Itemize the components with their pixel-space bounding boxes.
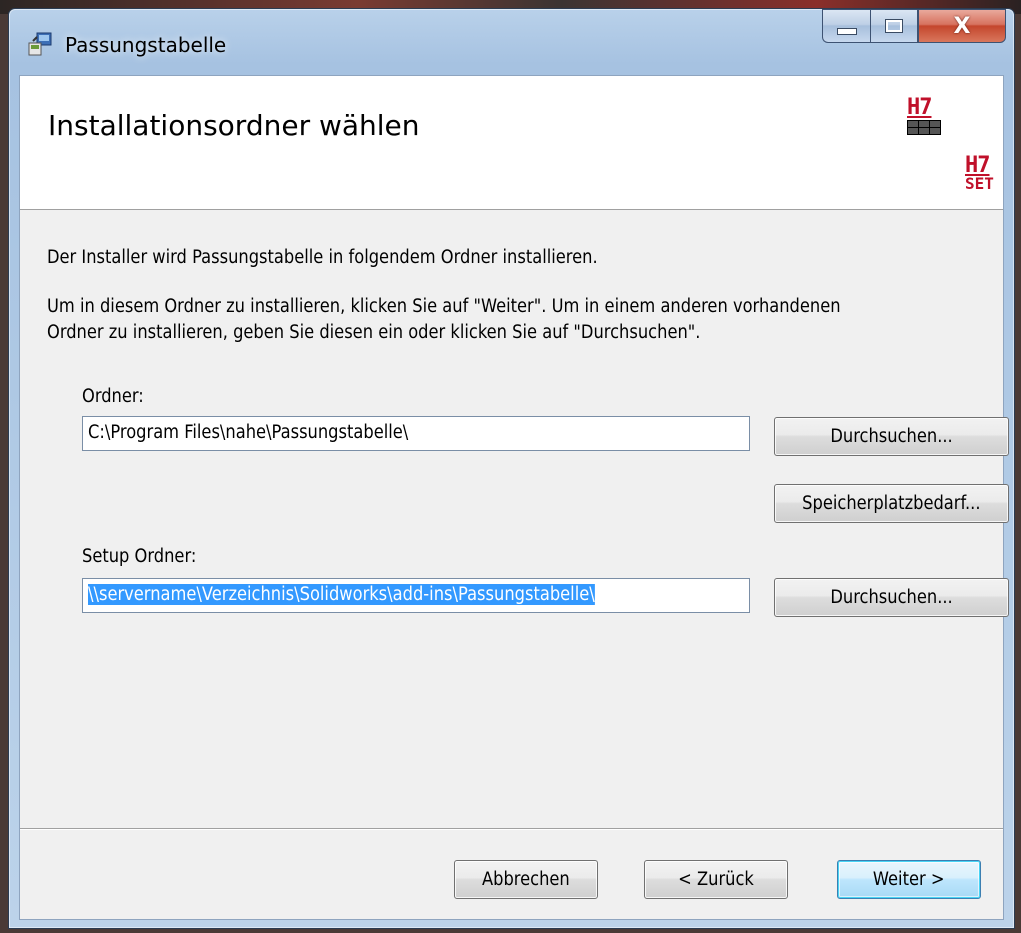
browse-button[interactable]: Durchsuchen...	[774, 417, 1009, 456]
setup-folder-input-value: \\servername\Verzeichnis\Solidworks\add-…	[88, 584, 595, 605]
folder-label: Ordner:	[82, 386, 144, 407]
title-bar[interactable]: Passungstabelle X	[9, 9, 1014, 75]
instruction-text-line1: Um in diesem Ordner zu installieren, kli…	[47, 296, 841, 317]
maximize-button[interactable]	[870, 9, 918, 43]
logo-h7-text: H7	[907, 95, 933, 120]
disk-cost-button-label: Speicherplatzbedarf...	[802, 493, 981, 514]
back-button[interactable]: < Zurück	[644, 860, 788, 899]
table-grid-icon: H7	[907, 95, 943, 135]
logo2-set-text: SET	[965, 174, 994, 193]
minimize-icon	[836, 27, 857, 35]
window-title: Passungstabelle	[65, 33, 227, 57]
disk-cost-button[interactable]: Speicherplatzbedarf...	[774, 484, 1009, 523]
setup-browse-button-label: Durchsuchen...	[830, 587, 953, 608]
close-icon: X	[953, 13, 971, 39]
logo-grid	[907, 120, 941, 135]
folder-input[interactable]: C:\Program Files\nahe\Passungstabelle\	[82, 416, 750, 451]
set-logo: H7 SET	[965, 153, 1001, 193]
instruction-text-line2: Ordner zu installieren, geben Sie diesen…	[47, 322, 701, 343]
dialog-client-area: Installationsordner wählen H7 H7 SET Der…	[19, 75, 1009, 920]
installer-icon[interactable]	[27, 31, 53, 57]
intro-text: Der Installer wird Passungstabelle in fo…	[47, 247, 598, 268]
back-button-label: < Zurück	[678, 869, 754, 890]
next-button[interactable]: Weiter >	[837, 860, 981, 899]
browse-button-label: Durchsuchen...	[830, 426, 953, 447]
cancel-button-label: Abbrechen	[482, 869, 570, 890]
next-button-label: Weiter >	[873, 869, 945, 890]
header-banner: Installationsordner wählen H7 H7 SET	[20, 76, 1003, 210]
close-button[interactable]: X	[918, 9, 1006, 43]
page-title: Installationsordner wählen	[48, 109, 420, 142]
footer-separator	[20, 828, 1003, 830]
installer-window: Passungstabelle X Installationsordner wä…	[8, 8, 1015, 929]
maximize-icon	[885, 19, 903, 33]
setup-folder-input[interactable]: \\servername\Verzeichnis\Solidworks\add-…	[82, 578, 750, 613]
logo2-h7-text: H7	[965, 153, 991, 178]
minimize-button[interactable]	[822, 9, 870, 43]
setup-browse-button[interactable]: Durchsuchen...	[774, 578, 1009, 617]
caption-buttons: X	[822, 9, 1006, 43]
folder-input-value: C:\Program Files\nahe\Passungstabelle\	[88, 422, 409, 443]
setup-folder-label: Setup Ordner:	[82, 546, 197, 567]
cancel-button[interactable]: Abbrechen	[454, 860, 598, 899]
